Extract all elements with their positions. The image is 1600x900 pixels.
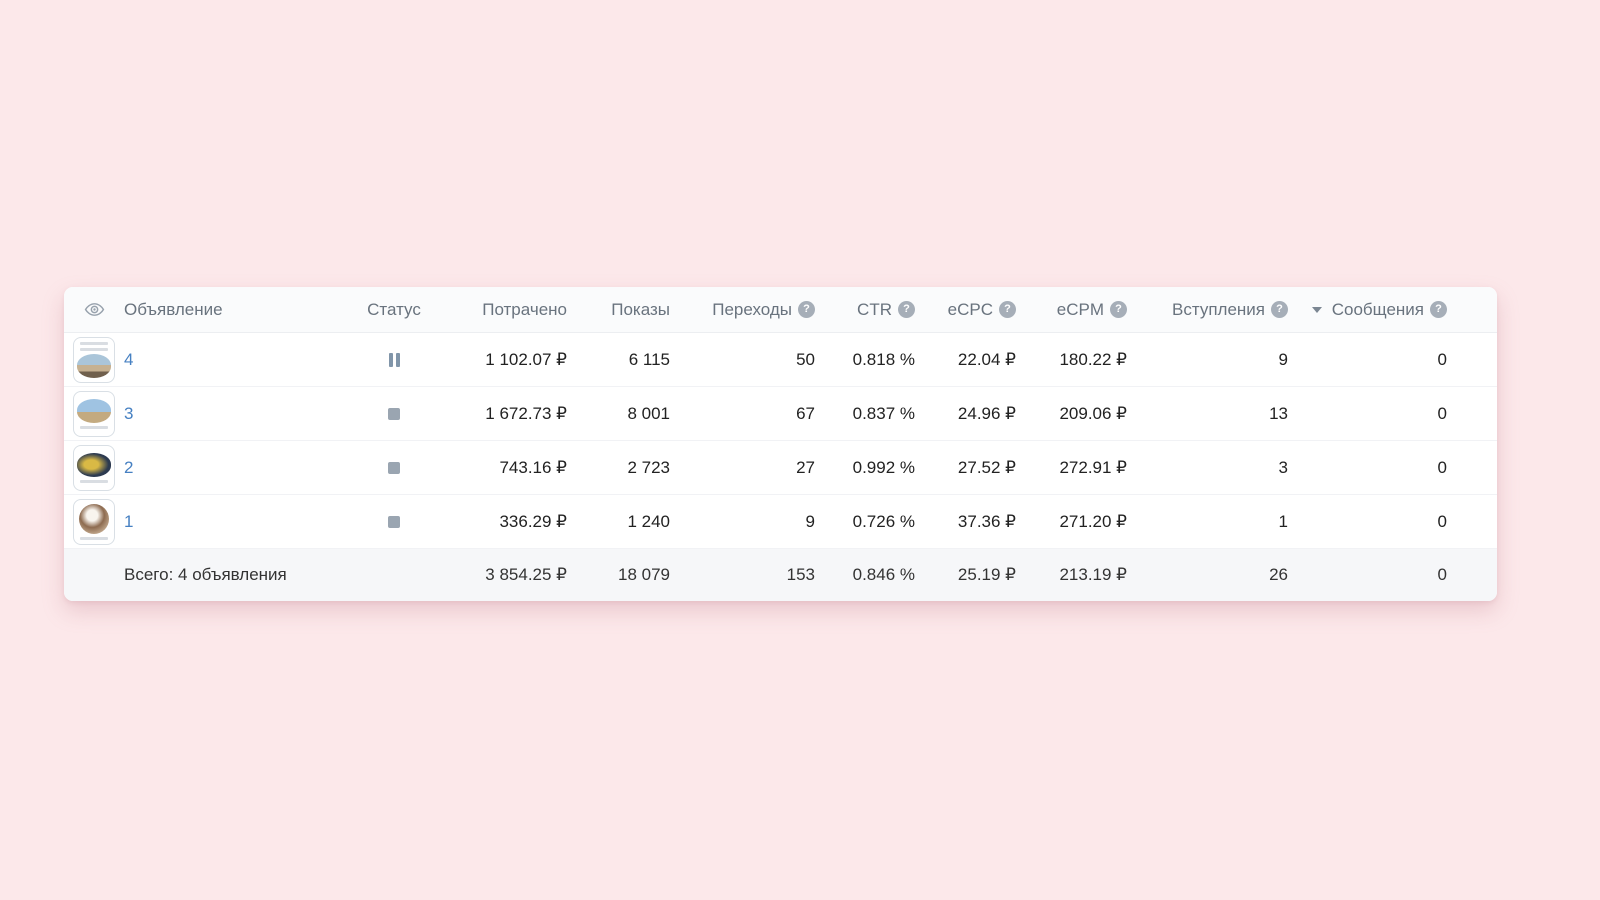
table-totals-row: Всего: 4 объявления 3 854.25 ₽ 18 079 15… xyxy=(64,549,1497,601)
spent-value: 1 672.73 ₽ xyxy=(439,404,567,424)
table-row: 2 743.16 ₽ 2 723 27 0.992 % 27.52 ₽ 272.… xyxy=(64,441,1497,495)
help-icon[interactable] xyxy=(1430,301,1447,318)
ad-thumbnail[interactable] xyxy=(73,445,115,491)
ad-name-link[interactable]: 3 xyxy=(124,404,133,423)
ecpm-value: 271.20 ₽ xyxy=(1016,512,1127,532)
eye-icon-glyph xyxy=(84,299,105,320)
thumb-text-line xyxy=(80,348,107,351)
help-icon[interactable] xyxy=(999,301,1016,318)
joins-value: 13 xyxy=(1127,404,1288,424)
messages-value: 0 xyxy=(1288,404,1447,424)
ecpc-value: 24.96 ₽ xyxy=(915,404,1016,424)
ad-name-link[interactable]: 1 xyxy=(124,512,133,531)
ad-name-link[interactable]: 2 xyxy=(124,458,133,477)
stop-icon xyxy=(388,408,400,420)
joins-value: 9 xyxy=(1127,350,1288,370)
ctr-value: 0.818 % xyxy=(815,350,915,370)
clicks-value: 27 xyxy=(670,458,815,478)
column-header-ctr[interactable]: CTR xyxy=(815,300,915,320)
column-header-ad[interactable]: Объявление xyxy=(124,300,349,320)
sort-desc-icon xyxy=(1312,307,1322,313)
column-header-impressions[interactable]: Показы xyxy=(567,300,670,320)
table-header-row: Объявление Статус Потрачено Показы Перех… xyxy=(64,287,1497,333)
column-header-clicks[interactable]: Переходы xyxy=(670,300,815,320)
clicks-value: 9 xyxy=(670,512,815,532)
ecpc-value: 22.04 ₽ xyxy=(915,350,1016,370)
table-row: 3 1 672.73 ₽ 8 001 67 0.837 % 24.96 ₽ 20… xyxy=(64,387,1497,441)
help-icon[interactable] xyxy=(798,301,815,318)
ecpm-value: 272.91 ₽ xyxy=(1016,458,1127,478)
joins-value: 3 xyxy=(1127,458,1288,478)
impressions-value: 8 001 xyxy=(567,404,670,424)
totals-impressions: 18 079 xyxy=(567,565,670,585)
thumb-photo xyxy=(77,354,111,378)
messages-value: 0 xyxy=(1288,512,1447,532)
totals-clicks: 153 xyxy=(670,565,815,585)
column-header-messages[interactable]: Сообщения xyxy=(1288,300,1447,320)
ctr-value: 0.726 % xyxy=(815,512,915,532)
ecpm-value: 180.22 ₽ xyxy=(1016,350,1127,370)
ctr-value: 0.837 % xyxy=(815,404,915,424)
spent-value: 1 102.07 ₽ xyxy=(439,350,567,370)
ad-name-link[interactable]: 4 xyxy=(124,350,133,369)
totals-spent: 3 854.25 ₽ xyxy=(439,565,567,585)
column-header-ecpc-label: eCPC xyxy=(948,300,993,320)
messages-value: 0 xyxy=(1288,458,1447,478)
thumb-photo xyxy=(77,399,111,423)
page-background: { "page": { "background_color": "#fce8ea… xyxy=(0,0,1600,900)
eye-icon[interactable] xyxy=(64,299,124,320)
thumb-text-line xyxy=(80,480,107,483)
impressions-value: 6 115 xyxy=(567,350,670,370)
totals-label: Всего: 4 объявления xyxy=(124,565,349,585)
column-header-impressions-label: Показы xyxy=(611,300,670,320)
ecpm-value: 209.06 ₽ xyxy=(1016,404,1127,424)
totals-ctr: 0.846 % xyxy=(815,565,915,585)
column-header-joins[interactable]: Вступления xyxy=(1127,300,1288,320)
totals-joins: 26 xyxy=(1127,565,1288,585)
column-header-ecpc[interactable]: eCPC xyxy=(915,300,1016,320)
table-row: 1 336.29 ₽ 1 240 9 0.726 % 37.36 ₽ 271.2… xyxy=(64,495,1497,549)
help-icon[interactable] xyxy=(898,301,915,318)
impressions-value: 2 723 xyxy=(567,458,670,478)
column-header-joins-label: Вступления xyxy=(1172,300,1265,320)
spent-value: 336.29 ₽ xyxy=(439,512,567,532)
ecpc-value: 27.52 ₽ xyxy=(915,458,1016,478)
ecpc-value: 37.36 ₽ xyxy=(915,512,1016,532)
thumb-photo xyxy=(77,453,111,477)
spent-value: 743.16 ₽ xyxy=(439,458,567,478)
clicks-value: 50 xyxy=(670,350,815,370)
thumb-text-line xyxy=(80,426,107,429)
joins-value: 1 xyxy=(1127,512,1288,532)
help-icon[interactable] xyxy=(1110,301,1127,318)
thumb-photo xyxy=(79,504,109,534)
column-header-ecpm-label: eCPM xyxy=(1057,300,1104,320)
totals-messages: 0 xyxy=(1288,565,1447,585)
help-icon[interactable] xyxy=(1271,301,1288,318)
totals-ecpc: 25.19 ₽ xyxy=(915,565,1016,585)
column-header-ctr-label: CTR xyxy=(857,300,892,320)
column-header-messages-label: Сообщения xyxy=(1332,300,1424,320)
thumb-text-line xyxy=(80,537,107,540)
pause-icon xyxy=(389,353,400,367)
column-header-spent[interactable]: Потрачено xyxy=(439,300,567,320)
ad-thumbnail[interactable] xyxy=(73,337,115,383)
ctr-value: 0.992 % xyxy=(815,458,915,478)
column-header-spent-label: Потрачено xyxy=(482,300,567,320)
impressions-value: 1 240 xyxy=(567,512,670,532)
column-header-status[interactable]: Статус xyxy=(349,300,439,320)
stop-icon xyxy=(388,462,400,474)
ad-thumbnail[interactable] xyxy=(73,499,115,545)
column-header-clicks-label: Переходы xyxy=(712,300,792,320)
ad-thumbnail[interactable] xyxy=(73,391,115,437)
totals-ecpm: 213.19 ₽ xyxy=(1016,565,1127,585)
ads-statistics-table: Объявление Статус Потрачено Показы Перех… xyxy=(64,287,1497,601)
column-header-ecpm[interactable]: eCPM xyxy=(1016,300,1127,320)
table-row: 4 1 102.07 ₽ 6 115 50 0.818 % 22.04 ₽ 18… xyxy=(64,333,1497,387)
clicks-value: 67 xyxy=(670,404,815,424)
stop-icon xyxy=(388,516,400,528)
thumb-text-line xyxy=(80,342,107,345)
messages-value: 0 xyxy=(1288,350,1447,370)
